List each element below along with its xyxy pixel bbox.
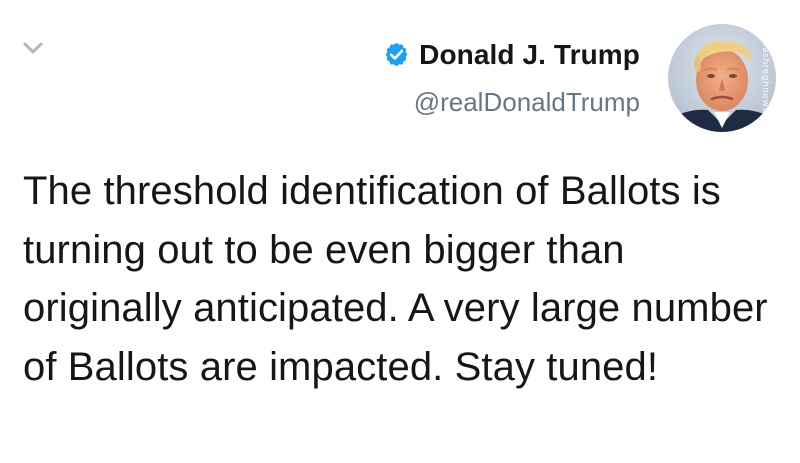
verified-badge-icon bbox=[383, 41, 410, 68]
user-handle[interactable]: @realDonaldTrump bbox=[414, 87, 640, 118]
avatar-watermark: mashreghnews.ir bbox=[760, 38, 770, 123]
tweet-author-header: Donald J. Trump @realDonaldTrump mashreg… bbox=[383, 22, 776, 134]
display-name[interactable]: Donald J. Trump bbox=[419, 39, 640, 71]
display-name-row[interactable]: Donald J. Trump bbox=[383, 39, 640, 71]
author-names: Donald J. Trump @realDonaldTrump bbox=[383, 39, 640, 118]
chevron-down-icon[interactable] bbox=[22, 40, 44, 56]
tweet-text: The threshold identification of Ballots … bbox=[23, 169, 768, 389]
avatar[interactable]: mashreghnews.ir bbox=[668, 24, 776, 132]
